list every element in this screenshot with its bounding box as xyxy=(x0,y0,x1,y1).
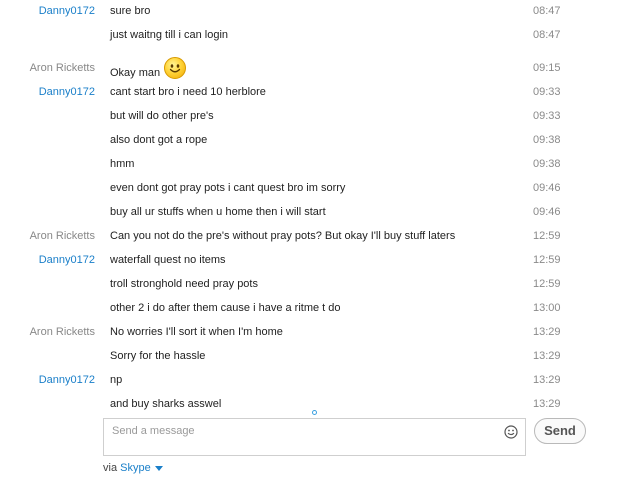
message-row: Aron Ricketts No worries I'll sort it wh… xyxy=(0,321,639,343)
message-row: even dont got pray pots i cant quest bro… xyxy=(0,177,639,199)
message-input[interactable]: Send a message xyxy=(103,418,526,456)
sender-name[interactable]: Aron Ricketts xyxy=(30,326,95,338)
message-time: 12:59 xyxy=(533,230,561,242)
message-input-placeholder: Send a message xyxy=(112,425,195,437)
message-time: 08:47 xyxy=(533,5,561,17)
sender-name[interactable]: Aron Ricketts xyxy=(30,230,95,242)
sender-name[interactable]: Danny0172 xyxy=(39,254,95,266)
message-time: 09:38 xyxy=(533,134,561,146)
send-button[interactable]: Send xyxy=(534,418,586,444)
message-text: buy all ur stuffs when u home then i wil… xyxy=(110,206,326,218)
message-time: 13:29 xyxy=(533,326,561,338)
message-text: just waitng till i can login xyxy=(110,29,229,41)
via-service-selector[interactable]: via Skype xyxy=(103,462,163,474)
message-row: and buy sharks asswel 13:29 xyxy=(0,393,639,412)
message-text: even dont got pray pots i cant quest bro… xyxy=(110,182,346,194)
sender-name[interactable]: Danny0172 xyxy=(39,374,95,386)
typing-indicator xyxy=(312,410,317,415)
message-row: Sorry for the hassle 13:29 xyxy=(0,345,639,367)
service-name[interactable]: Skype xyxy=(120,462,151,474)
message-row: Aron Ricketts Okay man 09:15 xyxy=(0,57,639,79)
message-time: 09:46 xyxy=(533,206,561,218)
message-text: waterfall quest no items xyxy=(110,254,226,266)
message-time: 09:33 xyxy=(533,110,561,122)
message-time: 12:59 xyxy=(533,254,561,266)
message-row: Aron Ricketts Can you not do the pre's w… xyxy=(0,225,639,247)
message-time: 13:29 xyxy=(533,350,561,362)
message-row: also dont got a rope 09:38 xyxy=(0,129,639,151)
message-text: cant start bro i need 10 herblore xyxy=(110,86,266,98)
sender-name[interactable]: Aron Ricketts xyxy=(30,62,95,74)
message-time: 09:15 xyxy=(533,62,561,74)
message-text: hmm xyxy=(110,158,135,170)
message-time: 12:59 xyxy=(533,278,561,290)
message-text: Can you not do the pre's without pray po… xyxy=(110,230,456,242)
message-text: troll stronghold need pray pots xyxy=(110,278,258,290)
message-time: 13:00 xyxy=(533,302,561,314)
message-text: other 2 i do after them cause i have a r… xyxy=(110,302,341,314)
message-text: but will do other pre's xyxy=(110,110,214,122)
message-row: troll stronghold need pray pots 12:59 xyxy=(0,273,639,295)
message-row: buy all ur stuffs when u home then i wil… xyxy=(0,201,639,223)
message-row: hmm 09:38 xyxy=(0,153,639,175)
message-row: Danny0172 np 13:29 xyxy=(0,369,639,391)
sender-name[interactable]: Danny0172 xyxy=(39,86,95,98)
message-text: Sorry for the hassle xyxy=(110,350,206,362)
smiley-emoji-icon xyxy=(164,57,187,79)
message-time: 09:46 xyxy=(533,182,561,194)
via-label: via xyxy=(103,462,118,474)
smiley-icon[interactable] xyxy=(504,425,518,439)
message-text: Okay man xyxy=(110,66,161,79)
message-time: 09:33 xyxy=(533,86,561,98)
message-time: 13:29 xyxy=(533,398,561,410)
message-row: Danny0172 waterfall quest no items 12:59 xyxy=(0,249,639,271)
chat-history: Danny0172 sure bro 08:47 just waitng til… xyxy=(0,0,639,412)
message-row: but will do other pre's 09:33 xyxy=(0,105,639,127)
message-text: also dont got a rope xyxy=(110,134,208,146)
message-text: No worries I'll sort it when I'm home xyxy=(110,326,283,338)
message-row: just waitng till i can login 08:47 xyxy=(0,24,639,46)
sender-name[interactable]: Danny0172 xyxy=(39,5,95,17)
message-text: and buy sharks asswel xyxy=(110,398,222,410)
message-row: other 2 i do after them cause i have a r… xyxy=(0,297,639,319)
message-time: 08:47 xyxy=(533,29,561,41)
message-row: Danny0172 cant start bro i need 10 herbl… xyxy=(0,81,639,103)
message-time: 13:29 xyxy=(533,374,561,386)
caret-down-icon[interactable] xyxy=(154,465,163,471)
message-time: 09:38 xyxy=(533,158,561,170)
message-text: np xyxy=(110,374,123,386)
message-row: Danny0172 sure bro 08:47 xyxy=(0,0,639,22)
message-text: sure bro xyxy=(110,5,151,17)
